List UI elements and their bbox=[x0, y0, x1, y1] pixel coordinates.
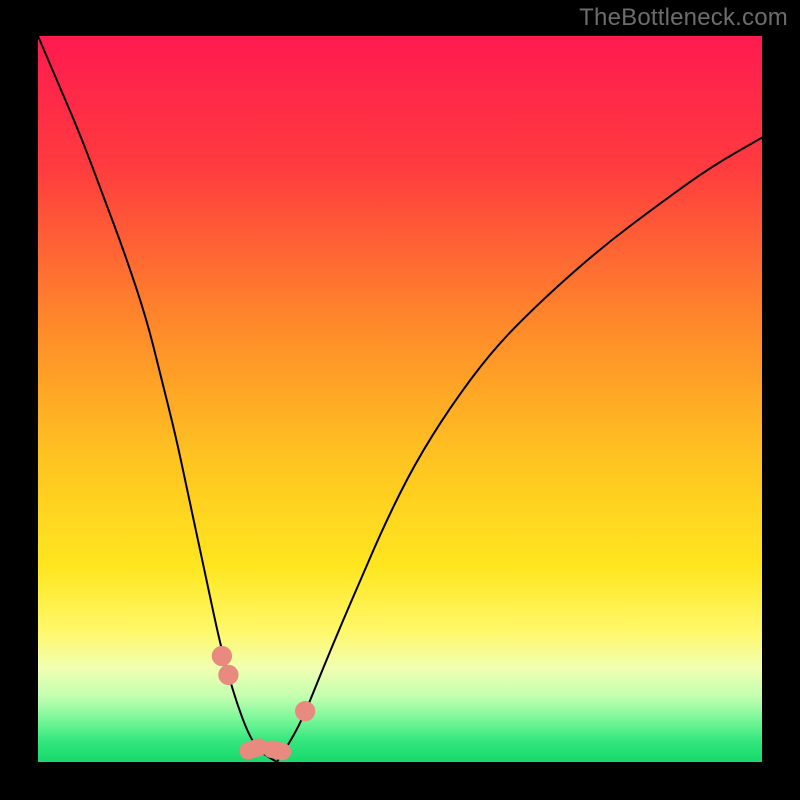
marker-dot-4 bbox=[295, 701, 315, 721]
watermark-text: TheBottleneck.com bbox=[579, 4, 788, 32]
bottleneck-chart bbox=[38, 36, 762, 762]
marker-dot-0 bbox=[218, 665, 238, 685]
plot-area bbox=[38, 36, 762, 762]
gradient-background bbox=[38, 36, 762, 762]
chart-frame: TheBottleneck.com bbox=[0, 0, 800, 800]
marker-dot-1 bbox=[212, 646, 232, 666]
